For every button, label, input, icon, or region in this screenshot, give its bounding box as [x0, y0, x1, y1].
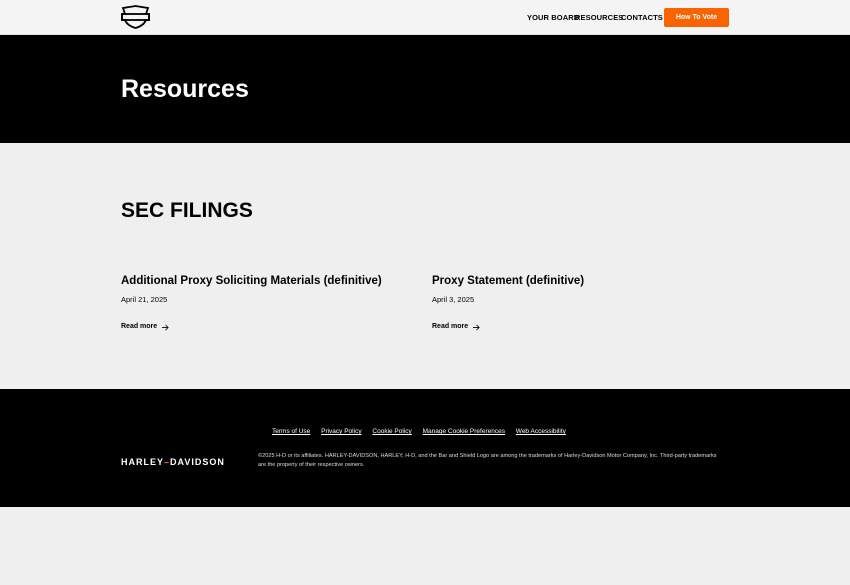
read-more-label: Read more: [121, 323, 158, 330]
page-title: Resources: [121, 75, 249, 103]
footer-link-cookie-policy[interactable]: Cookie Policy: [372, 428, 411, 435]
read-more-link[interactable]: Read more: [121, 322, 421, 332]
wordmark-left: HARLEY: [121, 457, 165, 467]
site-footer: Terms of Use Privacy Policy Cookie Polic…: [0, 389, 850, 507]
filing-date: April 21, 2025: [121, 295, 168, 304]
footer-links: Terms of Use Privacy Policy Cookie Polic…: [272, 427, 575, 436]
copyright-text: ©2025 H-D or its affiliates. HARLEY-DAVI…: [258, 453, 717, 468]
hero-banner: Resources: [0, 35, 850, 143]
footer-link-accessibility[interactable]: Web Accessibility: [516, 428, 566, 435]
footer-link-privacy[interactable]: Privacy Policy: [321, 428, 361, 435]
footer-link-terms[interactable]: Terms of Use: [272, 428, 310, 435]
wordmark-right: DAVIDSON: [170, 457, 225, 467]
nav-resources[interactable]: RESOURCES: [575, 0, 623, 35]
section-title: SEC FILINGS: [121, 199, 253, 222]
nav-your-board[interactable]: YOUR BOARD: [527, 0, 579, 35]
filing-title[interactable]: Proxy Statement (definitive): [432, 274, 732, 289]
site-header: YOUR BOARD RESOURCES CONTACTS How To Vot…: [0, 0, 850, 35]
footer-link-cookie-preferences[interactable]: Manage Cookie Preferences: [423, 428, 505, 435]
filing-card: Additional Proxy Soliciting Materials (d…: [121, 274, 421, 332]
filing-title[interactable]: Additional Proxy Soliciting Materials (d…: [121, 274, 421, 289]
harley-davidson-wordmark[interactable]: HARLEY–DAVIDSON: [121, 457, 225, 467]
nav-contacts[interactable]: CONTACTS: [621, 0, 663, 35]
arrow-right-icon: [473, 324, 480, 330]
filing-date: April 3, 2025: [432, 295, 475, 304]
bar-and-shield-icon[interactable]: [120, 5, 151, 29]
how-to-vote-button[interactable]: How To Vote: [664, 8, 729, 27]
read-more-label: Read more: [432, 323, 469, 330]
arrow-right-icon: [162, 324, 169, 330]
read-more-link[interactable]: Read more: [432, 322, 732, 332]
filing-card: Proxy Statement (definitive) April 3, 20…: [432, 274, 732, 332]
